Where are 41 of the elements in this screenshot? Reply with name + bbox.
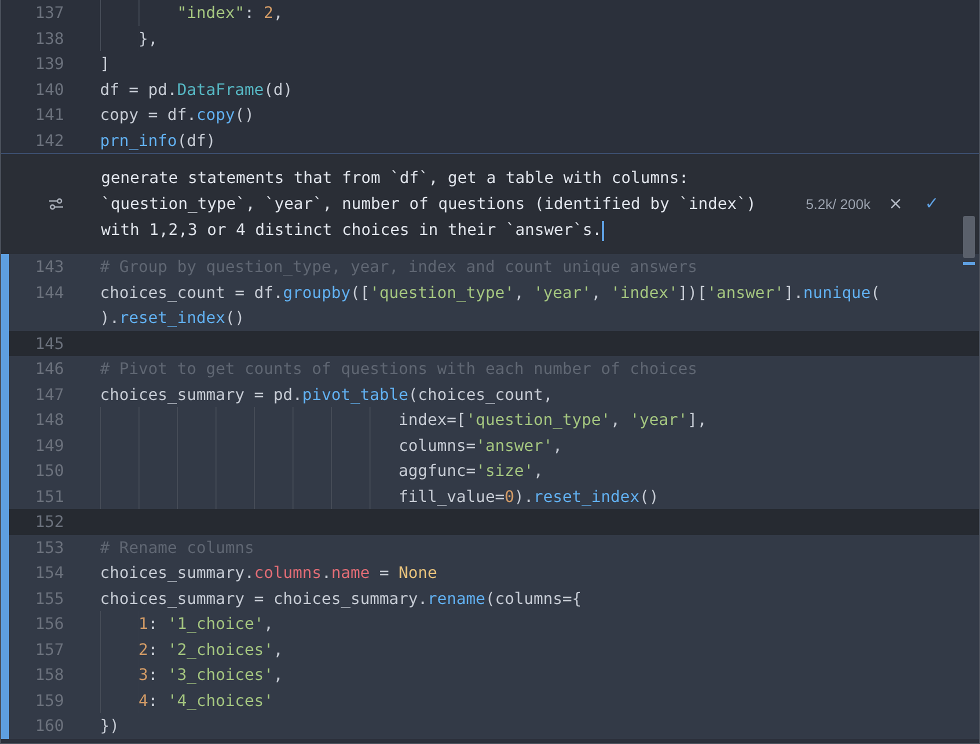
- line-number: 149: [35, 436, 64, 454]
- line-number: 159: [35, 690, 64, 710]
- line-number: 155: [35, 588, 64, 608]
- line-number: 147: [35, 384, 64, 404]
- line-number: 137: [35, 3, 64, 22]
- line-number: 158: [35, 665, 64, 684]
- line-number: 154: [35, 563, 64, 582]
- line-number: 152: [35, 512, 64, 531]
- code-line: choices_count = df.groupby(['question_type', 'year', 'index'])['answer'].nunique(: [100, 282, 880, 304]
- code-line: choices_summary.columns.name = None: [100, 562, 438, 584]
- line-number: 156: [35, 614, 64, 633]
- line-number: 157: [35, 640, 64, 658]
- prompt-input[interactable]: generate statements that from `df`, get a table with columns: `question_type`, `year`, number of questions (identified by `index`) with 1,2,3 or 4 distinct choices in their `answer`s.: [101, 165, 806, 243]
- line-number: 139: [35, 54, 64, 73]
- line-number: 144: [35, 282, 64, 302]
- line-number: 145: [35, 334, 64, 352]
- line-number: 151: [35, 486, 64, 506]
- line-number: 148: [35, 410, 64, 429]
- reject-button[interactable]: ×: [884, 194, 907, 214]
- code-line: df = pd.DataFrame(d): [100, 78, 293, 100]
- code-line: }): [100, 715, 120, 737]
- code-line: ).reset_index(): [100, 307, 246, 329]
- scrollbar-thumb[interactable]: [963, 216, 975, 258]
- line-number: 141: [35, 105, 64, 124]
- code-line: prn_info(df): [100, 130, 216, 152]
- accept-button[interactable]: ✓: [920, 194, 943, 214]
- line-number: 138: [35, 28, 64, 48]
- line-number: 143: [35, 257, 64, 276]
- code-line: choices_summary = choices_summary.rename(columns={: [100, 588, 582, 610]
- code-line: ]: [100, 53, 110, 75]
- token-count: 5.2k/ 200k: [806, 196, 870, 212]
- scrollbar-marker: [963, 262, 975, 265]
- line-number: 142: [35, 130, 64, 150]
- sliders-icon[interactable]: [49, 198, 63, 210]
- line-number: 160: [35, 716, 64, 735]
- code-line: copy = df.copy(): [100, 104, 254, 126]
- line-number: 153: [35, 538, 64, 556]
- line-number: 150: [35, 461, 64, 480]
- line-number: 140: [35, 80, 64, 98]
- line-number: 146: [35, 359, 64, 378]
- code-line: choices_summary = pd.pivot_table(choices_count,: [100, 384, 553, 406]
